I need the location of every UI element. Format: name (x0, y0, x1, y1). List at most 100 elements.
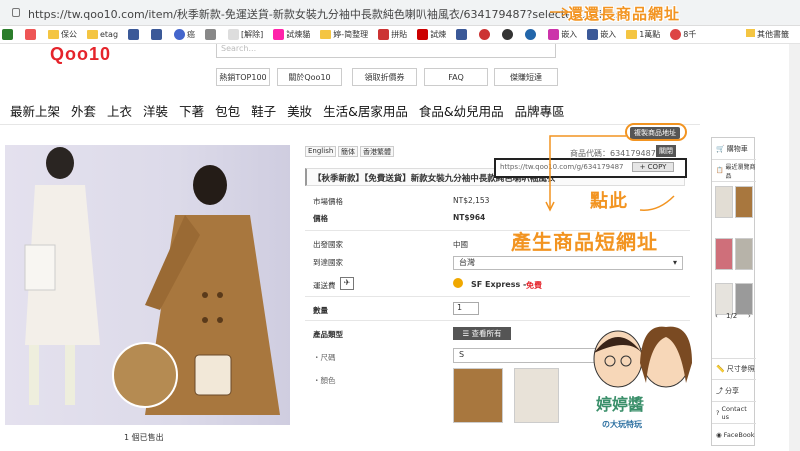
view-all-button[interactable]: ☰ 查看所有 (453, 327, 511, 340)
copy-button[interactable]: + COPY (632, 162, 674, 172)
origin-label: 出發國家 (313, 240, 343, 249)
bookmark-item[interactable] (205, 29, 218, 40)
arrow-icon (639, 195, 675, 211)
bookmark-item[interactable]: 8千 (670, 29, 696, 40)
annotation-short-url: 產生商品短網址 (511, 230, 658, 254)
bookmark-item[interactable]: 試煉貓 (273, 29, 310, 40)
shipping-company: SF Express - (471, 280, 527, 289)
recent-thumb[interactable] (735, 238, 753, 270)
cart-link[interactable]: 🛒 購物車 (712, 138, 756, 160)
site-logo[interactable]: Qoo10 (50, 44, 111, 65)
nav-item[interactable]: 下著 (179, 101, 204, 120)
divider (0, 124, 700, 125)
dest-label: 到達國家 (313, 258, 343, 267)
shipping-free: 免費 (526, 281, 542, 290)
ruler-icon: 📏 (716, 365, 725, 373)
prev-icon[interactable]: ‹ (715, 312, 718, 320)
price: NT$964 (453, 213, 486, 222)
recent-thumb[interactable] (715, 283, 733, 315)
lang-hk[interactable]: 香港繁體 (360, 146, 394, 157)
bookmark-item[interactable]: 拼貼 (378, 29, 407, 40)
divider (305, 320, 690, 321)
nav-item[interactable]: 美妝 (287, 101, 312, 120)
top-button[interactable]: 領取折價券 (352, 68, 417, 86)
sold-count: 1 個已售出 (124, 433, 164, 442)
size-ref-link[interactable]: 📏 尺寸參照 (712, 358, 756, 380)
nav-item[interactable]: 食品&幼兒用品 (419, 101, 504, 120)
top-button[interactable]: 傑賺短達 (494, 68, 558, 86)
nav-item[interactable]: 包包 (215, 101, 240, 120)
bookmark-item[interactable] (479, 29, 492, 40)
share-link[interactable]: ⤴ 分享 (712, 380, 756, 402)
color-option-white[interactable] (514, 368, 559, 423)
category-nav: 最新上架 外套 上衣 洋裝 下著 包包 鞋子 美妝 生活&居家用品 食品&幼兒用… (10, 101, 576, 120)
recent-thumb[interactable] (715, 238, 733, 270)
color-label: ・顏色 (313, 376, 336, 385)
watermark-subtext: の大玩特玩 (602, 420, 642, 429)
nav-item[interactable]: 上衣 (107, 101, 132, 120)
bookmark-item[interactable]: 1萬點 (626, 29, 660, 40)
bookmark-item[interactable]: 婷-简整理 (320, 29, 368, 40)
clipboard-icon: 📋 (716, 167, 724, 174)
bookmark-item[interactable] (25, 29, 38, 40)
folder-icon (320, 30, 332, 39)
cart-icon: 🛒 (716, 144, 725, 153)
location-icon: ◉ (716, 431, 722, 439)
scrollbar[interactable] (789, 44, 800, 451)
right-sidebar: 🛒 購物車 📋 最近瀏覽商品 1/2 ‹ › 📏 尺寸參照 ⤴ 分享 ? Contact … (711, 137, 756, 446)
facebook-link[interactable]: ◉ FaceBook (712, 424, 756, 446)
top-button[interactable]: 熱銷TOP100 (216, 68, 270, 86)
lang-english[interactable]: English (305, 146, 337, 157)
watermark-logo: 婷婷醬 の大玩特玩 (588, 323, 698, 443)
qty-input[interactable]: 1 (453, 302, 479, 315)
url-text[interactable]: https://tw.qoo10.com/item/秋季新款-免運送貨-新款女裝… (28, 6, 630, 22)
annotation-click: 點此 (590, 191, 628, 212)
list-icon: ☰ (462, 329, 472, 338)
color-option-camel[interactable] (453, 368, 503, 423)
bookmark-item[interactable]: etag (87, 30, 118, 39)
other-bookmarks[interactable]: 其他書籤 (746, 29, 789, 40)
contact-link[interactable]: ? Contact us (712, 402, 756, 424)
bookmark-item[interactable] (151, 29, 164, 40)
coat-illustration (24, 147, 280, 415)
nav-item[interactable]: 外套 (71, 101, 96, 120)
recent-thumb[interactable] (715, 186, 733, 218)
bookmark-item[interactable]: 癌 (174, 29, 195, 40)
search-input[interactable]: Search... (216, 44, 556, 58)
bookmark-item[interactable] (128, 29, 141, 40)
dest-select[interactable]: 台灣 ▾ (453, 256, 683, 270)
page-indicator: 1/2 (726, 312, 738, 320)
next-icon[interactable]: › (748, 312, 751, 320)
bookmark-item[interactable]: 嵌入 (548, 29, 577, 40)
recent-thumb[interactable] (735, 283, 753, 315)
bookmark-item[interactable]: [解除] (228, 29, 263, 40)
avatar-icon (593, 326, 692, 388)
annotation-long-url: 還還長商品網址 (568, 5, 681, 23)
bookmark-item[interactable]: 保公 (48, 29, 77, 40)
market-price: NT$2,153 (453, 196, 490, 205)
nav-item[interactable]: 洋裝 (143, 101, 168, 120)
bookmark-item[interactable] (456, 29, 469, 40)
help-icon: ? (716, 408, 720, 417)
bookmark-item[interactable] (502, 29, 515, 40)
product-main-image[interactable] (5, 145, 290, 425)
nav-item[interactable]: 品牌專區 (515, 101, 565, 120)
nav-item[interactable]: 生活&居家用品 (323, 101, 408, 120)
lang-simplified[interactable]: 簡体 (338, 146, 358, 157)
bookmark-item[interactable] (2, 29, 15, 40)
top-button[interactable]: 關於Qoo10 (277, 68, 342, 86)
plane-icon: ✈ (340, 277, 354, 290)
recent-link[interactable]: 📋 最近瀏覽商品 (712, 160, 756, 182)
bookmarks-bar: 保公 etag 癌 [解除] 試煉貓 婷-简整理 拼貼 試煉 嵌入 嵌入 1萬點… (0, 26, 800, 44)
nav-item[interactable]: 最新上架 (10, 101, 60, 120)
shipping-label: 運送費 (313, 281, 336, 290)
bookmark-item[interactable]: 嵌入 (587, 29, 616, 40)
top-button[interactable]: FAQ (424, 68, 488, 86)
bookmark-item[interactable]: 試煉 (417, 29, 446, 40)
nav-item[interactable]: 鞋子 (251, 101, 276, 120)
recent-thumb[interactable] (735, 186, 753, 218)
price-label: 價格 (313, 214, 328, 223)
close-button[interactable]: 關閉 (656, 145, 676, 157)
bookmark-item[interactable] (525, 29, 538, 40)
arrow-icon (550, 7, 570, 17)
